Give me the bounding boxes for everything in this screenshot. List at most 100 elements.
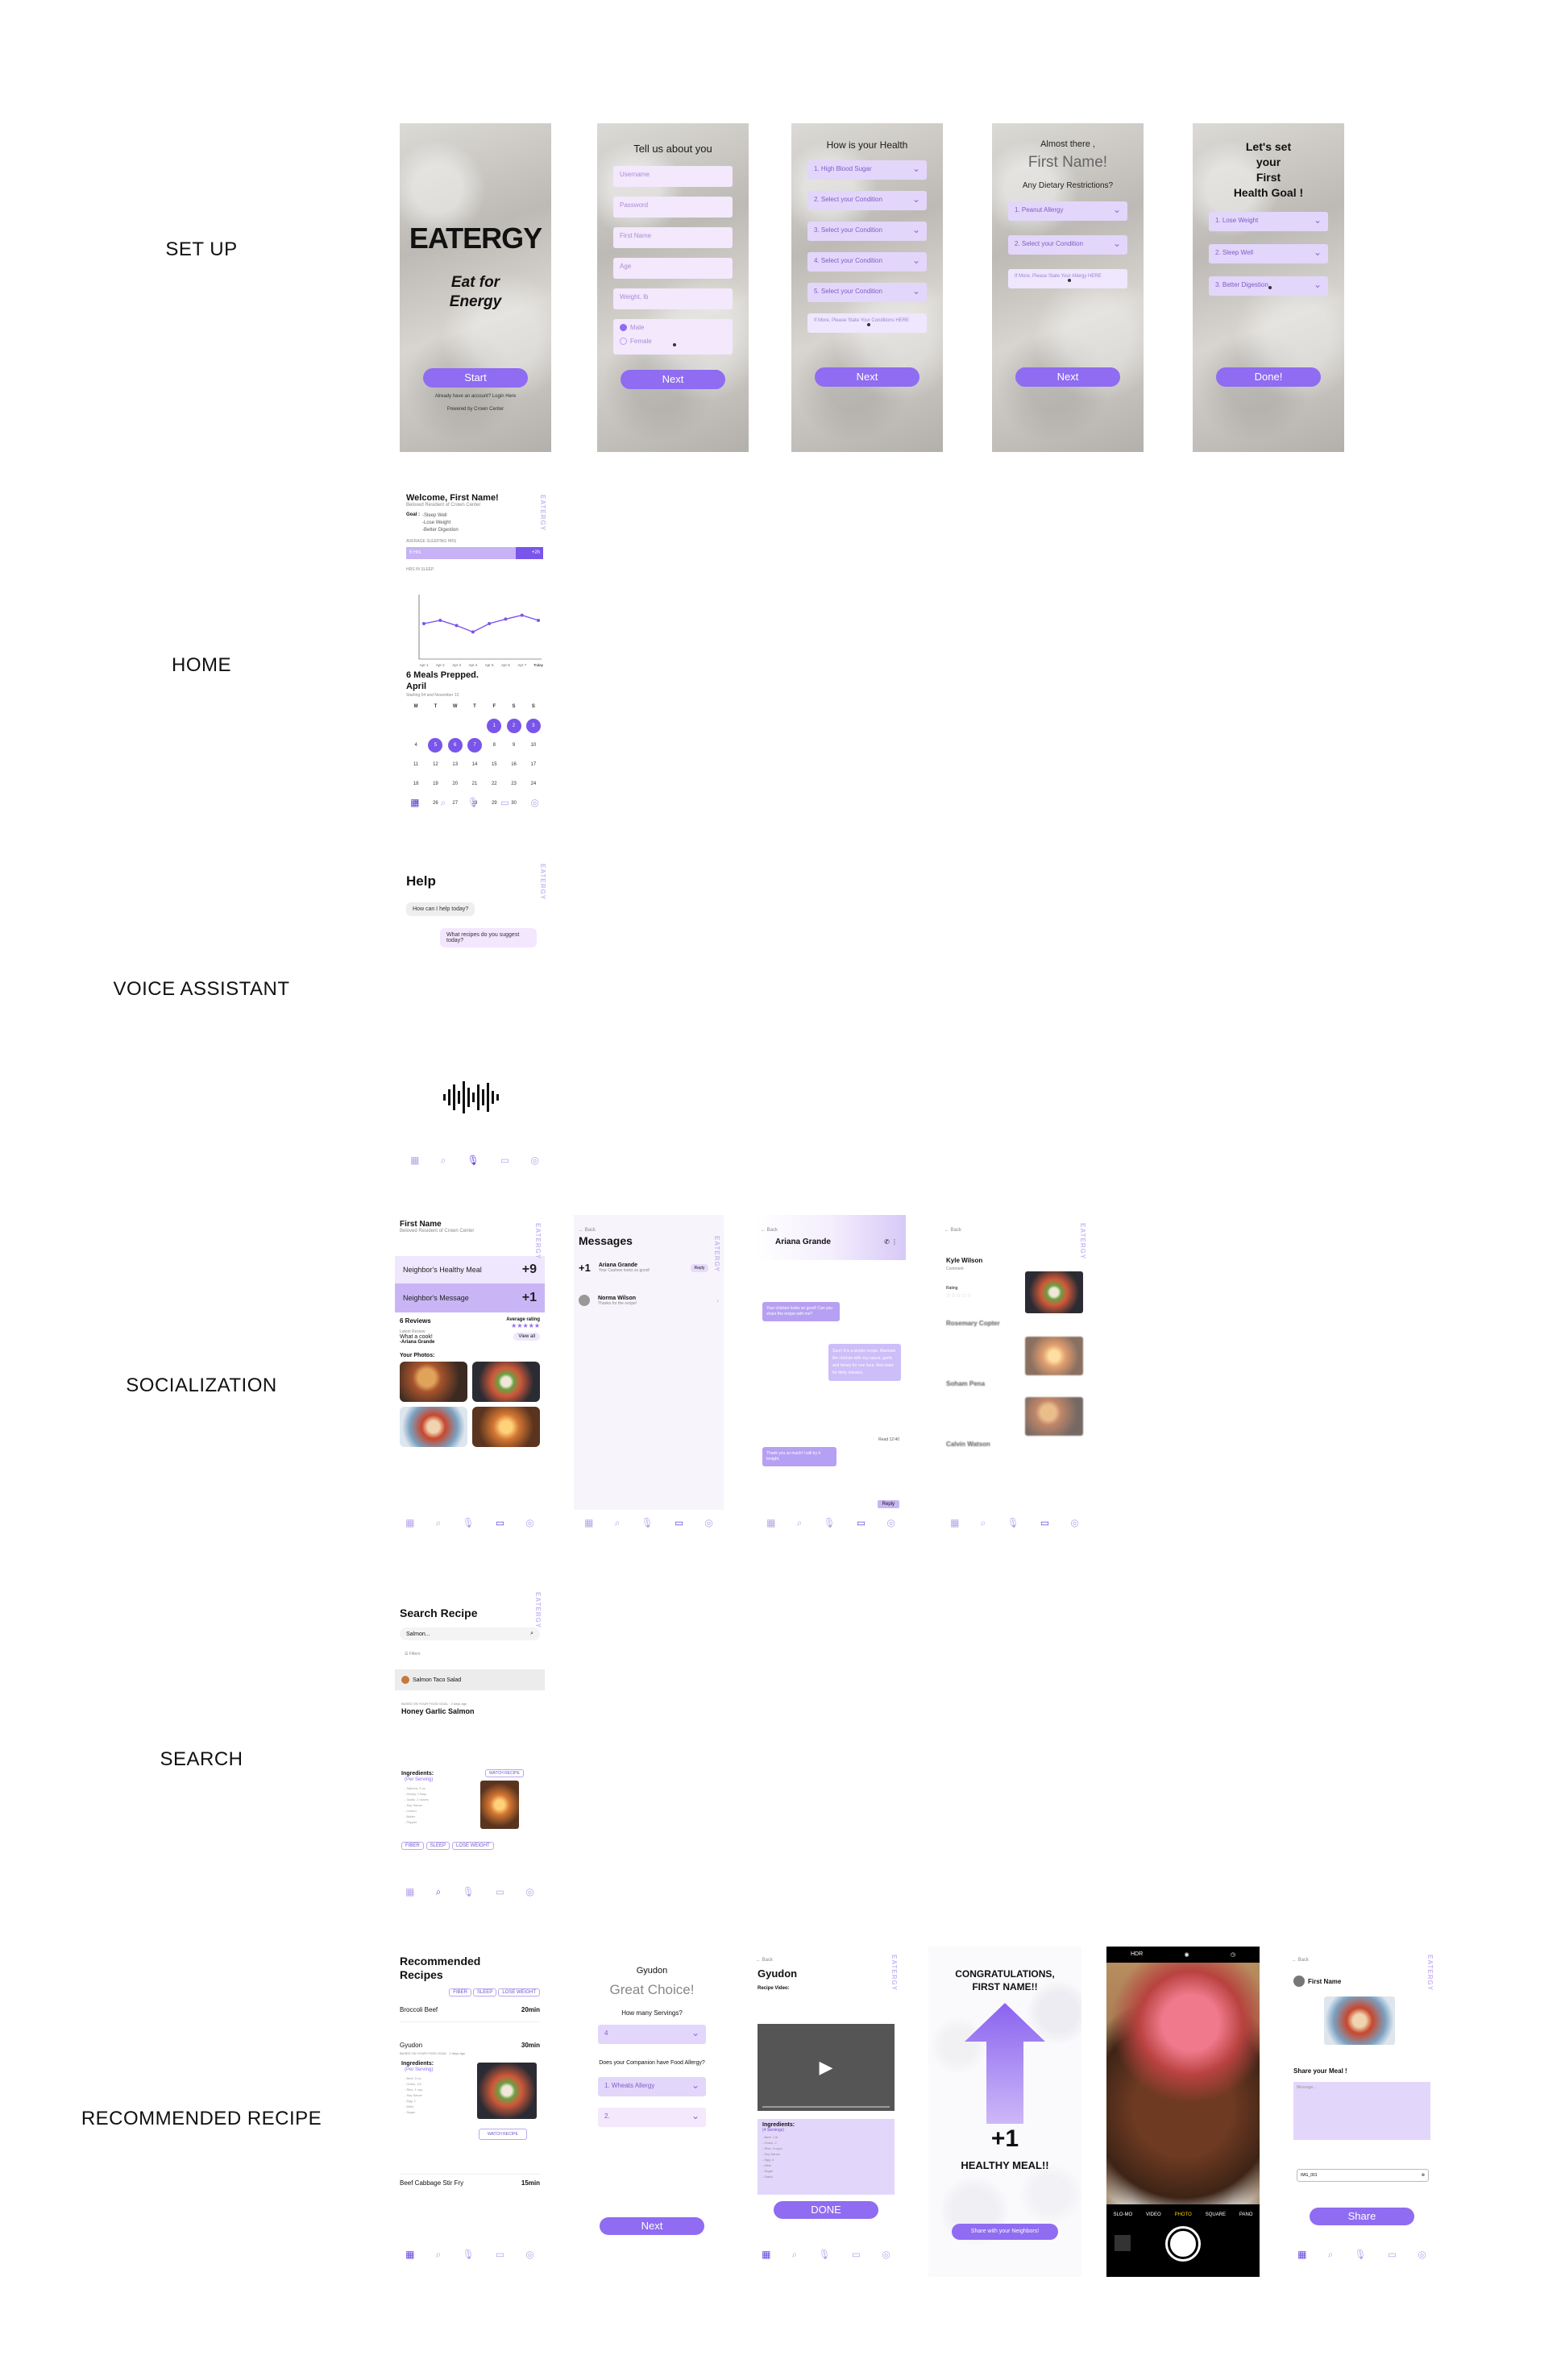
home-icon[interactable]: ▦ [950, 1517, 959, 1529]
tag-lose-weight[interactable]: LOSE WEIGHT [452, 1842, 494, 1850]
watch-recipe-button[interactable]: WATCH RECIPE [485, 1769, 524, 1777]
reply-button[interactable]: Reply [690, 1263, 709, 1272]
search-icon[interactable]: ⌕ [436, 1886, 442, 1898]
calendar-day[interactable]: 15 [487, 757, 501, 772]
calendar-day[interactable]: 14 [467, 757, 482, 772]
profile-icon[interactable]: ◎ [530, 1155, 538, 1167]
home-icon[interactable]: ▦ [410, 1155, 419, 1167]
hdr-toggle[interactable]: HDR [1131, 1951, 1143, 1958]
review-photo[interactable] [1025, 1337, 1083, 1375]
play-icon[interactable]: ▶ [820, 2057, 833, 2078]
recipe-row[interactable]: Broccoli Beef 20min [400, 2006, 540, 2022]
chat-icon[interactable]: ▭ [1388, 2249, 1397, 2261]
tag-sleep[interactable]: SLEEP [425, 1842, 450, 1850]
chat-icon[interactable]: ▭ [857, 1517, 866, 1529]
review-photo[interactable] [1025, 1271, 1083, 1313]
search-icon[interactable]: ⌕ [441, 1155, 446, 1167]
share-neighbors-button[interactable]: Share with your Neighbors! [952, 2224, 1058, 2240]
calendar-day[interactable]: 13 [448, 757, 463, 772]
calendar-day[interactable]: 12 [428, 757, 442, 772]
meal-photo[interactable] [400, 1407, 467, 1447]
weight-field[interactable]: Weight, lb [613, 288, 733, 309]
goal-option-2[interactable]: 2. Sleep Well [1209, 244, 1328, 263]
diet-restriction-1[interactable]: 1. Peanut Allergy [1008, 201, 1127, 221]
health-condition-1[interactable]: 1. High Blood Sugar [807, 160, 927, 180]
health-condition-4[interactable]: 4. Select your Condition [807, 252, 927, 272]
recipe-row[interactable]: Beef Cabbage Stir Fry 15min [400, 2174, 540, 2187]
mic-icon[interactable]: 🎙 [463, 1517, 475, 1529]
search-icon[interactable]: ⌕ [792, 2249, 798, 2261]
health-condition-5[interactable]: 5. Select your Condition [807, 283, 927, 302]
message-row[interactable]: Neighbor's Message +1 [395, 1283, 545, 1312]
back-button[interactable]: ← Back [1292, 1958, 1437, 1963]
home-icon[interactable]: ▦ [410, 797, 419, 809]
calendar-day[interactable]: 2 [506, 719, 521, 733]
calendar-day[interactable]: 3 [525, 719, 541, 733]
health-next-button[interactable]: Next [815, 367, 919, 387]
password-field[interactable]: Password [613, 197, 733, 218]
calendar-day[interactable]: 4 [409, 738, 423, 753]
close-icon[interactable]: ⊗ [1422, 2173, 1425, 2178]
calendar-day[interactable]: 5 [428, 738, 443, 753]
profile-icon[interactable]: ◎ [530, 797, 538, 809]
profile-icon[interactable]: ◎ [525, 2249, 533, 2261]
timer-icon[interactable]: ◷ [1231, 1951, 1235, 1958]
calendar-day[interactable]: 7 [467, 738, 482, 753]
search-icon[interactable]: ⌕ [436, 2249, 442, 2261]
tag-sleep[interactable]: SLEEP [472, 1988, 497, 1996]
goal-done-button[interactable]: Done! [1216, 367, 1321, 387]
back-button[interactable]: ← Back [761, 1228, 906, 1233]
watch-recipe-button[interactable]: WATCH RECIPE [479, 2129, 527, 2140]
mic-icon[interactable]: 🎙 [467, 797, 479, 809]
share-button[interactable]: Share [1310, 2208, 1414, 2225]
calendar-day[interactable]: 24 [526, 777, 541, 791]
profile-icon[interactable]: ◎ [1418, 2249, 1426, 2261]
home-icon[interactable]: ▦ [584, 1517, 593, 1529]
healthy-meal-row[interactable]: Neighbor's Healthy Meal +9 [395, 1256, 545, 1283]
tag-lose-weight[interactable]: LOSE WEIGHT [498, 1988, 540, 1996]
login-link[interactable]: Already have an account? Login Here [400, 394, 551, 399]
search-icon[interactable]: ⌕ [615, 1517, 621, 1529]
goal-option-1[interactable]: 1. Lose Weight [1209, 212, 1328, 231]
calendar-day[interactable]: 18 [409, 777, 423, 791]
choice-next-button[interactable]: Next [600, 2217, 704, 2235]
gallery-thumbnail[interactable] [1115, 2235, 1131, 2251]
home-icon[interactable]: ▦ [405, 2249, 414, 2261]
video-progress-bar[interactable] [762, 2106, 890, 2108]
chat-icon[interactable]: ▭ [500, 1155, 509, 1167]
live-photo-icon[interactable]: ◉ [1184, 1951, 1189, 1958]
calendar-day[interactable]: 6 [447, 738, 463, 753]
review-photo[interactable] [1025, 1397, 1083, 1436]
attachment-field[interactable]: IMG_001 ⊗ [1297, 2169, 1429, 2182]
home-icon[interactable]: ▦ [405, 1517, 414, 1529]
calendar-day[interactable]: 8 [487, 738, 501, 753]
video-player[interactable]: ▶ [758, 2024, 895, 2111]
calendar-day[interactable]: 22 [487, 777, 501, 791]
username-field[interactable]: Username [613, 166, 733, 187]
camera-mode[interactable]: PANO [1239, 2212, 1253, 2217]
mic-icon[interactable]: 🎙 [641, 1517, 654, 1529]
search-icon[interactable]: ⌕ [797, 1517, 803, 1529]
calendar-day[interactable] [467, 719, 482, 733]
profile-icon[interactable]: ◎ [704, 1517, 712, 1529]
calendar-day[interactable]: 17 [526, 757, 541, 772]
back-button[interactable]: ← Back [579, 1228, 724, 1233]
mic-icon[interactable]: 🎙 [463, 1886, 475, 1898]
mic-icon[interactable]: 🎙 [824, 1517, 836, 1529]
calendar-day[interactable] [409, 719, 423, 733]
home-icon[interactable]: ▦ [1297, 2249, 1306, 2261]
chat-icon[interactable]: ▭ [675, 1517, 683, 1529]
calendar-day[interactable] [448, 719, 463, 733]
profile-icon[interactable]: ◎ [882, 2249, 890, 2261]
start-button[interactable]: Start [423, 368, 528, 388]
phone-icon[interactable]: ✆ ⋮ [884, 1238, 898, 1246]
mic-icon[interactable]: 🎙 [463, 2249, 475, 2261]
chat-icon[interactable]: ▭ [496, 1886, 504, 1898]
voice-waveform-icon[interactable] [440, 1080, 504, 1115]
servings-select[interactable]: 4 [598, 2025, 706, 2044]
chat-icon[interactable]: ▭ [496, 2249, 504, 2261]
back-button[interactable]: ← Back [756, 1958, 901, 1963]
search-result[interactable]: Salmon Taco Salad [395, 1669, 545, 1690]
search-icon[interactable]: ⌕ [1328, 2249, 1334, 2261]
home-icon[interactable]: ▦ [405, 1886, 414, 1898]
